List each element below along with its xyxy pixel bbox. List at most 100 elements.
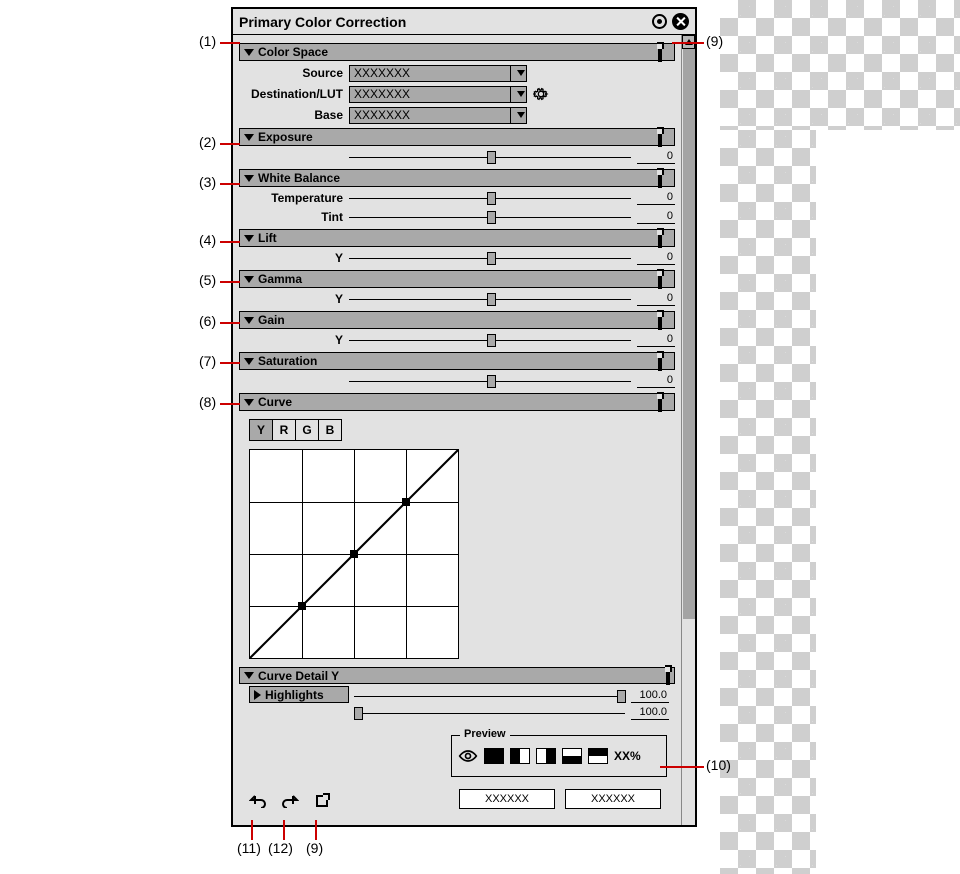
chevron-down-icon (244, 358, 254, 365)
eye-icon[interactable] (458, 749, 478, 763)
section-label: White Balance (258, 171, 340, 185)
callout-9b: (9) (306, 840, 323, 856)
preview-label: Preview (460, 728, 510, 740)
section-lift[interactable]: Lift (239, 229, 675, 247)
gamma-y-slider[interactable] (349, 292, 631, 306)
scrollbar[interactable] (681, 35, 695, 825)
curve-point[interactable] (350, 550, 358, 558)
chevron-down-icon (244, 276, 254, 283)
section-white-balance[interactable]: White Balance (239, 169, 675, 187)
ok-button[interactable]: XXXXXX (459, 789, 555, 809)
saturation-slider[interactable] (349, 374, 631, 388)
close-icon[interactable] (672, 13, 689, 30)
callout-6: (6) (199, 313, 216, 329)
curve-tab-y[interactable]: Y (249, 419, 273, 441)
source-dropdown[interactable]: XXXXXXX (349, 65, 527, 82)
preview-percent: XX% (614, 749, 641, 763)
section-saturation[interactable]: Saturation (239, 352, 675, 370)
section-curve[interactable]: Curve (239, 393, 675, 411)
highlight-slider-1[interactable] (354, 689, 625, 703)
preview-box: Preview XX% (451, 735, 667, 777)
exposure-value[interactable]: 0 (637, 150, 675, 164)
section-curve-detail[interactable]: Curve Detail Y (239, 667, 675, 684)
highlight-slider-2[interactable] (354, 706, 625, 720)
chevron-down-icon[interactable] (510, 87, 526, 102)
cancel-button[interactable]: XXXXXX (565, 789, 661, 809)
section-gain[interactable]: Gain (239, 311, 675, 329)
chevron-down-icon[interactable] (510, 66, 526, 81)
titlebar: Primary Color Correction (233, 9, 695, 35)
temperature-slider[interactable] (349, 191, 631, 205)
curve-tab-g[interactable]: G (295, 419, 319, 441)
gear-icon[interactable] (533, 86, 549, 102)
temperature-value[interactable]: 0 (637, 191, 675, 205)
chevron-down-icon (244, 235, 254, 242)
base-label: Base (239, 108, 349, 122)
tint-slider[interactable] (349, 210, 631, 224)
chevron-down-icon (244, 49, 254, 56)
base-dropdown[interactable]: XXXXXXX (349, 107, 527, 124)
expand-icon[interactable] (658, 232, 670, 244)
expand-icon[interactable] (666, 669, 670, 683)
panel-title: Primary Color Correction (239, 14, 406, 30)
callout-5: (5) (199, 272, 216, 288)
redo-icon[interactable] (281, 793, 299, 809)
highlight-value-1[interactable]: 100.0 (631, 689, 669, 703)
section-label: Curve Detail Y (258, 669, 339, 683)
tint-value[interactable]: 0 (637, 210, 675, 224)
reset-icon[interactable] (313, 793, 331, 809)
callout-8: (8) (199, 394, 216, 410)
undo-icon[interactable] (249, 793, 267, 809)
checker-bg (720, 130, 816, 874)
section-label: Saturation (258, 354, 317, 368)
preview-swatch-split-h1[interactable] (562, 748, 582, 764)
section-highlights[interactable]: Highlights (249, 686, 349, 703)
expand-icon[interactable] (658, 396, 670, 408)
preview-swatch-split-v2[interactable] (536, 748, 556, 764)
saturation-value[interactable]: 0 (637, 374, 675, 388)
chevron-right-icon (254, 690, 261, 700)
chevron-down-icon (244, 399, 254, 406)
exposure-slider[interactable] (349, 150, 631, 164)
expand-icon[interactable] (658, 172, 670, 184)
preview-swatch-black[interactable] (484, 748, 504, 764)
section-label: Gamma (258, 272, 302, 286)
expand-icon[interactable] (658, 355, 670, 367)
callout-10: (10) (706, 757, 731, 773)
expand-icon[interactable] (658, 46, 670, 58)
gamma-y-label: Y (239, 292, 349, 306)
chevron-down-icon (244, 175, 254, 182)
scroll-thumb[interactable] (683, 49, 695, 619)
preview-swatch-split-v1[interactable] (510, 748, 530, 764)
lift-y-label: Y (239, 251, 349, 265)
chevron-down-icon (244, 317, 254, 324)
temperature-label: Temperature (239, 191, 349, 205)
lift-y-slider[interactable] (349, 251, 631, 265)
record-icon[interactable] (651, 13, 668, 30)
chevron-down-icon[interactable] (510, 108, 526, 123)
expand-icon[interactable] (658, 131, 670, 143)
lift-y-value[interactable]: 0 (637, 251, 675, 265)
curve-point[interactable] (402, 498, 410, 506)
preview-swatch-split-h2[interactable] (588, 748, 608, 764)
callout-9a: (9) (706, 33, 723, 49)
section-exposure[interactable]: Exposure (239, 128, 675, 146)
destination-dropdown[interactable]: XXXXXXX (349, 86, 527, 103)
highlight-value-2[interactable]: 100.0 (631, 706, 669, 720)
callout-3: (3) (199, 174, 216, 190)
curve-point[interactable] (298, 602, 306, 610)
section-label: Exposure (258, 130, 313, 144)
section-label: Highlights (265, 688, 324, 702)
curve-tab-b[interactable]: B (318, 419, 342, 441)
section-gamma[interactable]: Gamma (239, 270, 675, 288)
gamma-y-value[interactable]: 0 (637, 292, 675, 306)
expand-icon[interactable] (658, 314, 670, 326)
section-color-space[interactable]: Color Space (239, 43, 675, 61)
expand-icon[interactable] (658, 273, 670, 285)
gain-y-slider[interactable] (349, 333, 631, 347)
chevron-down-icon (244, 134, 254, 141)
curve-editor[interactable] (249, 449, 459, 659)
color-correction-panel: Primary Color Correction Color Space Sou… (231, 7, 697, 827)
curve-tab-r[interactable]: R (272, 419, 296, 441)
gain-y-value[interactable]: 0 (637, 333, 675, 347)
